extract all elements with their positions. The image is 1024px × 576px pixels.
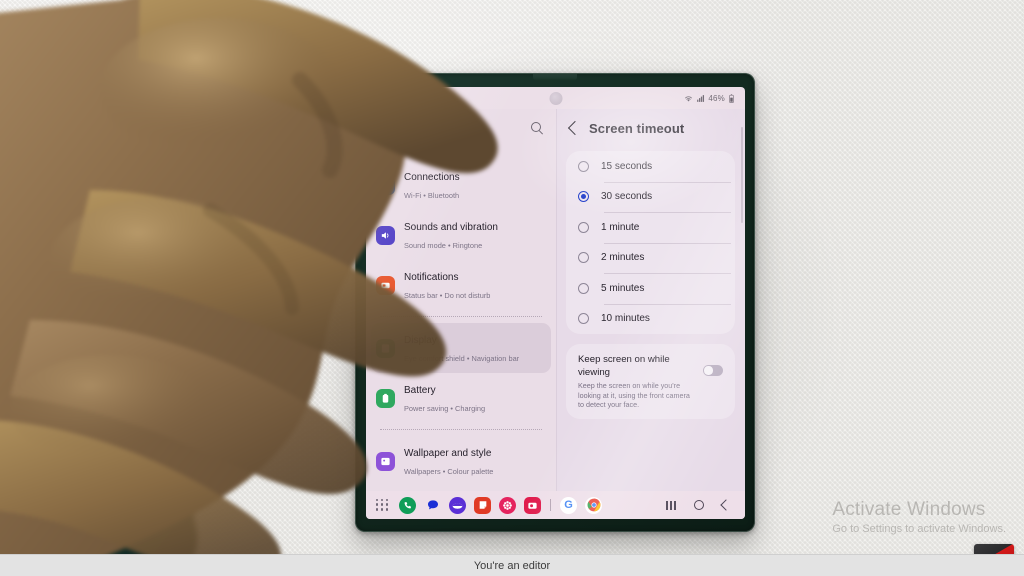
sidebar-item-sounds-and-vibration[interactable]: Sounds and vibration Sound mode • Ringto… [366, 210, 556, 260]
sidebar-item-title: Sounds and vibration [404, 222, 498, 233]
front-camera-punch-hole [549, 92, 562, 105]
timeout-option-5-minutes[interactable]: 5 minutes [566, 273, 735, 304]
sidebar-item-notifications[interactable]: Notifications Status bar • Do not distur… [366, 260, 556, 310]
timeout-option-1-minute[interactable]: 1 minute [566, 212, 735, 243]
wallpaper-icon [376, 451, 395, 471]
sidebar-item-title: Wallpaper and style [404, 448, 492, 459]
sound-icon [376, 225, 395, 245]
sidebar-item-title: Battery [404, 385, 436, 396]
keep-screen-on-card[interactable]: Keep screen on while viewing Keep the sc… [566, 344, 735, 419]
radio-button[interactable] [578, 160, 589, 172]
detail-title: Screen timeout [589, 120, 685, 136]
sidebar-item-battery[interactable]: Battery Power saving • Charging [366, 373, 556, 423]
settings-search-row[interactable]: Settings [366, 109, 556, 147]
battery-icon [729, 93, 734, 103]
notes-app-icon[interactable] [474, 496, 491, 514]
radio-button[interactable] [578, 313, 589, 325]
timeout-options-card: 15 seconds 30 seconds 1 minute 2 minutes… [566, 151, 735, 334]
sidebar-item-subtitle: Wi-Fi • Bluetooth [404, 191, 460, 200]
radio-button-selected[interactable] [578, 191, 589, 203]
watermark-line2: Go to Settings to activate Windows. [832, 523, 1006, 535]
search-hint-text: Find your saved... [414, 147, 474, 154]
screen-timeout-detail-pane[interactable]: Screen timeout 15 seconds 30 seconds 1 m… [556, 109, 745, 491]
recents-nav-icon[interactable] [666, 500, 676, 510]
keep-screen-on-text: Keep screen on while viewing Keep the sc… [578, 353, 695, 410]
page-title: Settings [378, 120, 430, 136]
sidebar-item-text: Notifications Status bar • Do not distur… [404, 267, 490, 303]
phone-app-icon[interactable] [399, 496, 416, 514]
option-label: 1 minute [601, 221, 640, 233]
home-nav-icon[interactable] [694, 500, 704, 510]
keep-screen-on-title: Keep screen on while viewing [578, 354, 670, 378]
sidebar-item-subtitle: Sound mode • Ringtone [404, 241, 483, 250]
sidebar-item-subtitle: Power saving • Charging [404, 404, 486, 413]
sidebar-item-title: Display [404, 335, 437, 346]
sidebar-item-wallpaper-and-style[interactable]: Wallpaper and style Wallpapers • Colour … [366, 436, 556, 486]
radio-button[interactable] [578, 252, 589, 264]
messages-app-icon[interactable] [424, 497, 441, 514]
option-label: 2 minutes [601, 252, 645, 264]
detail-header: Screen timeout [556, 109, 745, 147]
sidebar-item-text: Wallpaper and style Wallpapers • Colour … [404, 443, 493, 479]
camera-app-icon[interactable] [524, 496, 541, 514]
sidebar-item-text: Connections Wi-Fi • Bluetooth [404, 167, 460, 203]
list-divider [380, 429, 542, 430]
radio-button[interactable] [578, 221, 589, 233]
sidebar-item-subtitle: Wallpapers • Colour palette [404, 467, 494, 476]
timeout-option-30-seconds[interactable]: 30 seconds [566, 181, 735, 213]
sidebar-item-text: Sounds and vibration Sound mode • Ringto… [404, 217, 498, 253]
detail-pane-scrollbar[interactable] [740, 127, 743, 223]
keep-screen-on-description: Keep the screen on while you're looking … [578, 381, 690, 410]
keep-screen-on-toggle[interactable] [703, 365, 723, 376]
caption-text: You're an editor [473, 559, 551, 572]
option-label: 5 minutes [601, 282, 645, 294]
list-divider [380, 316, 542, 317]
taskbar[interactable]: G [366, 491, 745, 519]
option-label: 10 minutes [601, 313, 650, 325]
taskbar-divider [550, 499, 551, 511]
status-bar-icons: 46% [684, 94, 735, 103]
screenshot-stage: 46% Settings Find your saved... Connecti… [0, 0, 1024, 576]
settings-list-pane[interactable]: Settings Find your saved... Connections … [366, 109, 556, 491]
timeout-option-10-minutes[interactable]: 10 minutes [566, 303, 735, 335]
chrome-app-icon[interactable] [585, 496, 602, 514]
watermark-line1: Activate Windows [832, 499, 986, 520]
foldable-phone-device: 46% Settings Find your saved... Connecti… [355, 73, 755, 532]
sidebar-item-subtitle: Eye comfort shield • Navigation bar [404, 354, 520, 363]
wifi-icon [685, 95, 693, 101]
sidebar-item-connections[interactable]: Connections Wi-Fi • Bluetooth [366, 160, 556, 210]
phone-screen: 46% Settings Find your saved... Connecti… [366, 87, 745, 519]
battery-settings-icon [376, 388, 395, 408]
sidebar-item-title: Connections [404, 172, 460, 183]
google-app-icon[interactable]: G [560, 496, 577, 514]
sidebar-item-text: Battery Power saving • Charging [404, 380, 485, 416]
gallery-app-icon[interactable] [499, 496, 516, 514]
activate-windows-watermark: Activate Windows Go to Settings to activ… [832, 498, 1006, 536]
sidebar-item-title: Notifications [404, 272, 459, 283]
sidebar-item-subtitle: Status bar • Do not disturb [404, 291, 491, 300]
radio-button[interactable] [578, 282, 589, 294]
timeout-option-2-minutes[interactable]: 2 minutes [566, 242, 735, 274]
samsung-internet-app-icon[interactable] [449, 496, 466, 514]
sidebar-item-display[interactable]: Display Eye comfort shield • Navigation … [371, 323, 551, 373]
back-chevron-icon[interactable] [567, 120, 583, 136]
notifications-icon [376, 275, 395, 295]
sidebar-item-text: Display Eye comfort shield • Navigation … [404, 330, 519, 366]
battery-percent-label: 46% [708, 93, 725, 103]
caption-bar: You're an editor [0, 554, 1024, 576]
timeout-option-15-seconds[interactable]: 15 seconds [566, 151, 735, 182]
apps-grid-icon[interactable] [376, 498, 389, 512]
google-app-letter: G [564, 499, 573, 511]
pane-divider [556, 109, 557, 491]
search-icon[interactable] [531, 121, 544, 135]
option-label: 15 seconds [601, 160, 653, 172]
back-nav-icon[interactable] [720, 499, 732, 511]
display-icon [376, 338, 395, 358]
status-bar: 46% [366, 87, 745, 109]
option-label: 30 seconds [601, 191, 653, 203]
connections-icon [376, 175, 395, 195]
signal-bars-icon [697, 94, 705, 102]
